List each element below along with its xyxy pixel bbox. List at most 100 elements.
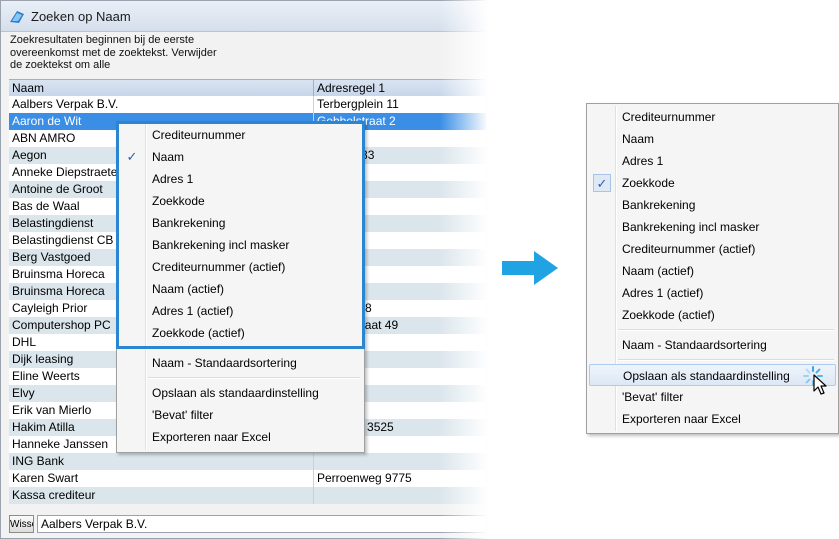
app-icon bbox=[10, 11, 24, 23]
menu-item-label: Naam - Standaardsortering bbox=[152, 356, 297, 370]
clear-button[interactable]: Wisse bbox=[9, 515, 34, 533]
check-icon bbox=[123, 192, 141, 210]
check-icon bbox=[593, 284, 611, 302]
menu-item-sort-option[interactable]: Crediteurnummer (actief) bbox=[119, 256, 362, 278]
menu-item-label: Opslaan als standaardinstelling bbox=[152, 386, 319, 400]
column-header-adresregel[interactable]: Adresregel 1 bbox=[314, 80, 486, 97]
menu-item-sort-option[interactable]: Zoekkode (actief) bbox=[589, 304, 836, 326]
check-icon bbox=[593, 410, 611, 428]
menu-item-label: Adres 1 bbox=[622, 154, 664, 168]
menu-item-sort-option[interactable]: Naam (actief) bbox=[119, 278, 362, 300]
menu-item-sort-option[interactable]: Naam bbox=[589, 128, 836, 150]
menu-item-action[interactable]: Exporteren naar Excel bbox=[119, 426, 362, 448]
menu-item-sort-option[interactable]: Crediteurnummer (actief) bbox=[589, 238, 836, 260]
column-context-menu-before: Crediteurnummer ✓ Naam Adres 1 Zoekkode Bankr… bbox=[116, 121, 365, 453]
title-bar: Zoeken op Naam bbox=[1, 1, 486, 32]
menu-item-sort-option[interactable]: Adres 1 bbox=[589, 150, 836, 172]
check-icon bbox=[593, 108, 611, 126]
check-icon bbox=[594, 367, 612, 385]
mouse-cursor-icon bbox=[813, 374, 827, 395]
check-icon bbox=[123, 170, 141, 188]
check-icon bbox=[123, 428, 141, 446]
menu-item-label: Exporteren naar Excel bbox=[152, 430, 271, 444]
menu-item-label: Crediteurnummer (actief) bbox=[622, 242, 756, 256]
check-icon bbox=[123, 258, 141, 276]
menu-item-sort-option[interactable]: ✓ Naam bbox=[119, 146, 362, 168]
menu-item-sort-option[interactable]: Zoekkode (actief) bbox=[119, 322, 362, 344]
cell-naam: Karen Swart bbox=[9, 470, 314, 487]
menu-item-sort-option[interactable]: Bankrekening incl masker bbox=[119, 234, 362, 256]
menu-item-action[interactable]: Opslaan als standaardinstelling bbox=[589, 364, 836, 386]
menu-item-sort-option[interactable]: Adres 1 bbox=[119, 168, 362, 190]
menu-item-label: Zoekkode (actief) bbox=[152, 326, 245, 340]
menu-item-label: Naam - Standaardsortering bbox=[622, 338, 767, 352]
menu-item-label: Crediteurnummer (actief) bbox=[152, 260, 286, 274]
bottom-bar: Wisse bbox=[9, 513, 486, 535]
cell-adres: Perroenweg 9775 bbox=[317, 471, 412, 485]
menu-item-label: 'Bevat' filter bbox=[152, 408, 214, 422]
check-icon bbox=[593, 240, 611, 258]
check-icon bbox=[123, 406, 141, 424]
menu-item-default-sort[interactable]: Naam - Standaardsortering bbox=[119, 352, 362, 374]
check-icon bbox=[593, 218, 611, 236]
menu-item-sort-option[interactable]: Naam (actief) bbox=[589, 260, 836, 282]
menu-separator bbox=[148, 377, 360, 379]
menu-item-label: Naam (actief) bbox=[622, 264, 695, 278]
menu-item-sort-option[interactable]: Crediteurnummer bbox=[119, 124, 362, 146]
table-row[interactable]: ING Bank bbox=[9, 453, 486, 470]
check-icon bbox=[123, 384, 141, 402]
menu-item-label: Naam (actief) bbox=[152, 282, 225, 296]
menu-separator bbox=[618, 329, 834, 331]
check-icon bbox=[123, 302, 141, 320]
menu-item-label: Zoekkode bbox=[152, 194, 205, 208]
column-header-naam[interactable]: Naam bbox=[9, 80, 314, 97]
window-title: Zoeken op Naam bbox=[31, 9, 131, 24]
menu-item-sort-option[interactable]: Bankrekening bbox=[119, 212, 362, 234]
check-icon bbox=[123, 280, 141, 298]
check-icon bbox=[593, 388, 611, 406]
menu-item-label: Bankrekening incl masker bbox=[622, 220, 760, 234]
menu-item-action[interactable]: Opslaan als standaardinstelling bbox=[119, 382, 362, 404]
check-icon bbox=[593, 336, 611, 354]
menu-item-label: Bankrekening incl masker bbox=[152, 238, 290, 252]
menu-item-label: Bankrekening bbox=[152, 216, 226, 230]
menu-item-sort-option[interactable]: Zoekkode bbox=[119, 190, 362, 212]
menu-item-action[interactable]: Exporteren naar Excel bbox=[589, 408, 836, 430]
menu-item-sort-option[interactable]: Crediteurnummer bbox=[589, 106, 836, 128]
menu-item-label: Bankrekening bbox=[622, 198, 696, 212]
menu-separator bbox=[148, 347, 360, 349]
check-icon bbox=[593, 262, 611, 280]
cell-adres: Terbergplein 11 bbox=[317, 97, 399, 111]
menu-item-sort-option[interactable]: ✓ Zoekkode bbox=[589, 172, 836, 194]
check-icon bbox=[593, 306, 611, 324]
menu-item-label: Crediteurnummer bbox=[152, 128, 246, 142]
menu-item-default-sort[interactable]: Naam - Standaardsortering bbox=[589, 334, 836, 356]
check-icon bbox=[123, 126, 141, 144]
menu-item-sort-option[interactable]: Bankrekening bbox=[589, 194, 836, 216]
check-icon: ✓ bbox=[126, 149, 138, 164]
table-row[interactable]: Kassa crediteur bbox=[9, 487, 486, 504]
check-icon bbox=[123, 354, 141, 372]
search-input[interactable] bbox=[37, 515, 486, 533]
menu-item-sort-option[interactable]: Adres 1 (actief) bbox=[589, 282, 836, 304]
menu-item-label: Naam bbox=[152, 150, 185, 164]
menu-item-sort-option[interactable]: Adres 1 (actief) bbox=[119, 300, 362, 322]
check-icon bbox=[593, 196, 611, 214]
menu-item-label: 'Bevat' filter bbox=[622, 390, 684, 404]
table-row[interactable]: Aalbers Verpak B.V. Terbergplein 11 bbox=[9, 96, 486, 113]
cell-adres bbox=[314, 487, 486, 504]
menu-item-action[interactable]: 'Bevat' filter bbox=[119, 404, 362, 426]
menu-item-label: Adres 1 (actief) bbox=[152, 304, 234, 318]
check-icon bbox=[593, 152, 611, 170]
arrow-right-icon bbox=[502, 251, 558, 285]
menu-item-label: Adres 1 (actief) bbox=[622, 286, 704, 300]
menu-item-label: Naam bbox=[622, 132, 655, 146]
cell-naam: Kassa crediteur bbox=[9, 487, 314, 504]
menu-item-action[interactable]: 'Bevat' filter bbox=[589, 386, 836, 408]
menu-item-sort-option[interactable]: Bankrekening incl masker bbox=[589, 216, 836, 238]
check-icon bbox=[123, 236, 141, 254]
menu-item-label: Adres 1 bbox=[152, 172, 194, 186]
table-row[interactable]: Karen Swart Perroenweg 9775 bbox=[9, 470, 486, 487]
check-icon: ✓ bbox=[593, 174, 611, 192]
menu-item-label: Crediteurnummer bbox=[622, 110, 716, 124]
